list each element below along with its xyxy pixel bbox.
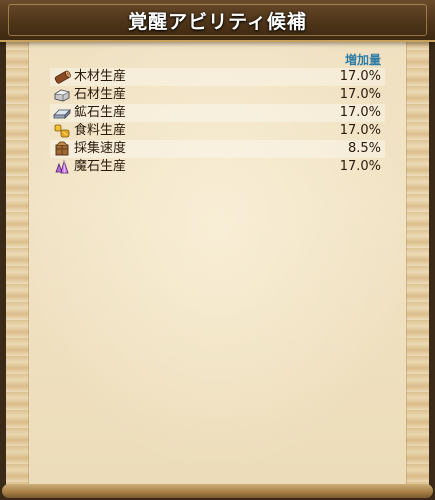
- ore-ingot-icon: [52, 104, 72, 122]
- table-row: 木材生産 17.0%: [50, 68, 385, 86]
- ability-label: 採集速度: [74, 141, 127, 156]
- ability-label: 石材生産: [74, 87, 127, 102]
- table-row: 鉱石生産 17.0%: [50, 104, 385, 122]
- gathering-crate-icon: [52, 140, 72, 158]
- table-row: 石材生産 17.0%: [50, 86, 385, 104]
- table-row: 採集速度 8.5%: [50, 140, 385, 158]
- ability-label: 魔石生産: [74, 159, 127, 174]
- ability-value: 17.0%: [339, 159, 381, 174]
- food-bread-icon: [52, 122, 72, 140]
- scroll-bottom-roll: [2, 484, 433, 498]
- ability-label: 食料生産: [74, 123, 127, 138]
- ability-value: 17.0%: [339, 69, 381, 84]
- ability-value: 17.0%: [339, 123, 381, 138]
- wood-log-icon: [52, 68, 72, 86]
- panel-title: 覚醒アビリティ候補: [128, 11, 307, 33]
- abilities-panel: 覚醒アビリティ候補 増加量 木材生産 17.0% 石材生産 17.0% 鉱石生産…: [0, 0, 435, 500]
- stone-block-icon: [52, 86, 72, 104]
- magic-crystal-icon: [52, 158, 72, 176]
- ability-value: 17.0%: [339, 87, 381, 102]
- ability-table: 増加量 木材生産 17.0% 石材生産 17.0% 鉱石生産 17.0% 食料生…: [50, 50, 385, 176]
- table-row: 食料生産 17.0%: [50, 122, 385, 140]
- table-header-row: 増加量: [50, 50, 385, 68]
- table-row: 魔石生産 17.0%: [50, 158, 385, 176]
- right-border-ornament: [406, 14, 429, 492]
- increase-column-header: 増加量: [344, 53, 381, 67]
- ability-label: 鉱石生産: [74, 105, 127, 120]
- ability-value: 17.0%: [339, 105, 381, 120]
- left-border-ornament: [6, 14, 29, 492]
- title-banner: 覚醒アビリティ候補: [0, 0, 435, 42]
- ability-label: 木材生産: [74, 69, 127, 84]
- ability-value: 8.5%: [347, 141, 381, 156]
